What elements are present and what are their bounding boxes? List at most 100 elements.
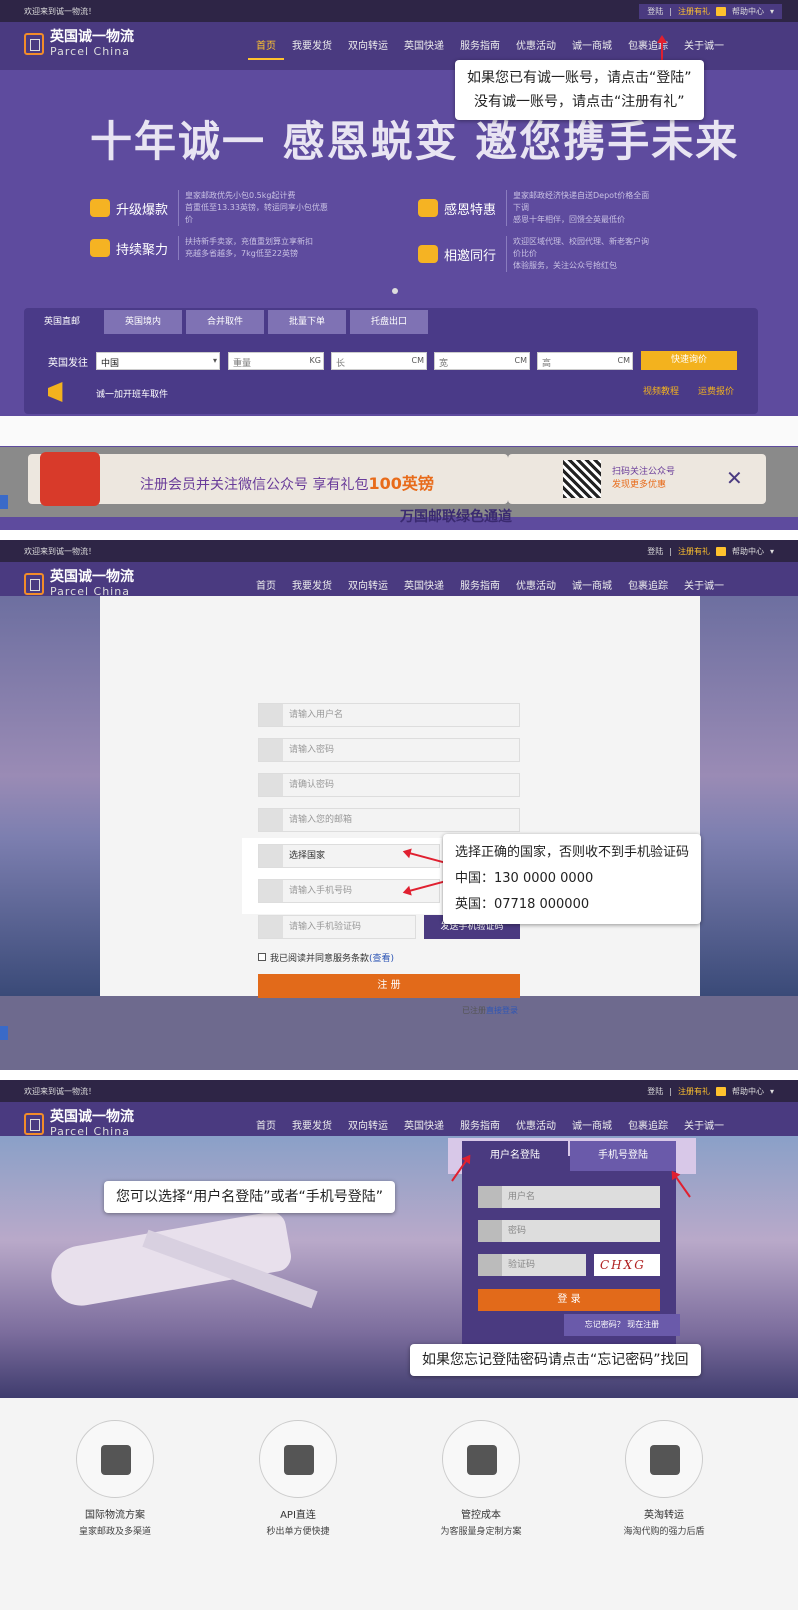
tab-pallet-export[interactable]: 托盘出口 <box>350 310 428 334</box>
nav-guide[interactable]: 服务指南 <box>452 37 508 60</box>
tag-icon <box>418 199 438 217</box>
video-tutorial-link[interactable]: 视频教程 <box>643 384 679 397</box>
help-center-link[interactable]: 帮助中心 <box>732 6 764 17</box>
nav-forwarding[interactable]: 双向转运 <box>340 1117 396 1132</box>
logo[interactable]: 英国诚一物流 Parcel China <box>24 570 134 598</box>
nav-promo[interactable]: 优惠活动 <box>508 37 564 60</box>
feature-thanks: 感恩特惠 皇家邮政经济快递自送Depot价格全面下调 感恩十年相伴，回馈全英最低价 <box>418 190 656 226</box>
quick-quote-button[interactable]: 快速询价 <box>641 351 737 370</box>
tab-batch-order[interactable]: 批量下单 <box>268 310 346 334</box>
login-link[interactable]: 登陆 <box>647 1086 663 1097</box>
nav-guide[interactable]: 服务指南 <box>452 577 508 592</box>
main-nav: 首页 我要发货 双向转运 英国快递 服务指南 优惠活动 诚一商城 包裹追踪 关于… <box>248 577 732 592</box>
close-icon[interactable]: ✕ <box>726 466 743 490</box>
nav-forwarding[interactable]: 双向转运 <box>340 37 396 60</box>
tab-username-login[interactable]: 用户名登陆 <box>462 1141 568 1171</box>
nav-uk-express[interactable]: 英国快递 <box>396 1117 452 1132</box>
logo[interactable]: 英国诚一物流 Parcel China <box>24 1110 134 1138</box>
below-fold-title: 万国邮联绿色通道 <box>400 509 512 525</box>
side-tab[interactable] <box>0 495 8 509</box>
airplane-icon <box>101 1445 131 1475</box>
carousel-dot[interactable] <box>392 288 398 294</box>
logo[interactable]: 英国诚一物流 Parcel China <box>24 30 134 58</box>
forgot-password-link[interactable]: 忘记密码？ 现在注册 <box>564 1314 680 1336</box>
nav-about[interactable]: 关于诚一 <box>676 577 732 592</box>
logo-cn: 英国诚一物流 <box>50 29 134 45</box>
username-input[interactable]: 用户名 <box>478 1186 660 1208</box>
chevron-down-icon: ▾ <box>212 356 217 365</box>
agree-checkbox[interactable]: 我已阅读并同意服务条款(查看) <box>258 951 394 964</box>
nav-mall[interactable]: 诚一商城 <box>564 577 620 592</box>
nav-tracking[interactable]: 包裹追踪 <box>620 37 676 60</box>
service-forwarding[interactable]: 英淘转运 海淘代购的强力后盾 <box>584 1420 744 1537</box>
username-input[interactable]: 请输入用户名 <box>258 703 520 727</box>
confirm-password-input[interactable]: 请确认密码 <box>258 773 520 797</box>
terms-link[interactable]: (查看) <box>369 954 394 964</box>
tab-uk-direct[interactable]: 英国直邮 <box>24 310 100 334</box>
panel-register: 欢迎来到诚一物流！ 登陆 | 注册有礼 帮助中心 ▾ 英国诚一物流 Parcel C… <box>0 540 798 1070</box>
welcome-text: 欢迎来到诚一物流！ <box>24 1086 96 1096</box>
side-tab[interactable] <box>0 1026 8 1040</box>
nav-home[interactable]: 首页 <box>248 577 284 592</box>
nav-about[interactable]: 关于诚一 <box>676 1117 732 1132</box>
feature-support: 持续聚力 扶持新手卖家，充值重划算立享新扣 充越多省越多，7kg低至22英镑 <box>90 236 328 260</box>
length-input[interactable]: 长 CM <box>331 352 427 370</box>
service-logistics[interactable]: 国际物流方案 皇家邮政及多渠道 <box>35 1420 195 1537</box>
map-pin-icon <box>284 1445 314 1475</box>
nav-tracking[interactable]: 包裹追踪 <box>620 1117 676 1132</box>
country-select[interactable]: 中国 ▾ <box>96 352 220 370</box>
sms-code-input[interactable]: 请输入手机验证码 <box>258 915 416 939</box>
register-link[interactable]: 注册有礼 <box>678 1086 710 1097</box>
nav-ship[interactable]: 我要发货 <box>284 37 340 60</box>
nav-uk-express[interactable]: 英国快递 <box>396 577 452 592</box>
logo-en: Parcel China <box>50 45 130 58</box>
login-link[interactable]: 登陆 <box>647 6 663 17</box>
price-link[interactable]: 运费报价 <box>698 384 734 397</box>
email-input[interactable]: 请输入您的邮箱 <box>258 808 520 832</box>
login-link[interactable]: 登陆 <box>647 546 663 557</box>
height-input[interactable]: 高 CM <box>537 352 633 370</box>
shipping-tabs: 英国直邮 英国境内 合并取件 批量下单 托盘出口 <box>24 310 428 334</box>
service-api[interactable]: API直连 秒出单方便快捷 <box>218 1420 378 1537</box>
delivery-truck-icon <box>650 1445 680 1475</box>
nav-forwarding[interactable]: 双向转运 <box>340 577 396 592</box>
nav-mall[interactable]: 诚一商城 <box>564 1117 620 1132</box>
tab-phone-login[interactable]: 手机号登陆 <box>570 1141 676 1171</box>
nav-tracking[interactable]: 包裹追踪 <box>620 577 676 592</box>
country-select[interactable]: 选择国家 <box>258 844 440 868</box>
nav-promo[interactable]: 优惠活动 <box>508 1117 564 1132</box>
callout-forgot: 如果您忘记登陆密码请点击“忘记密码”找回 <box>410 1344 701 1376</box>
nav-uk-express[interactable]: 英国快递 <box>396 37 452 60</box>
register-link[interactable]: 注册有礼 <box>678 6 710 17</box>
gift-icon <box>715 6 726 16</box>
weight-input[interactable]: 重量 KG <box>228 352 324 370</box>
nav-ship[interactable]: 我要发货 <box>284 1117 340 1132</box>
nav-ship[interactable]: 我要发货 <box>284 577 340 592</box>
top-bar: 欢迎来到诚一物流！ 登陆 | 注册有礼 帮助中心 ▾ <box>0 0 798 22</box>
tab-combined-pickup[interactable]: 合并取件 <box>186 310 264 334</box>
nav-mall[interactable]: 诚一商城 <box>564 37 620 60</box>
register-button[interactable]: 注 册 <box>258 974 520 998</box>
service-cost[interactable]: 管控成本 为客服量身定制方案 <box>401 1420 561 1537</box>
tab-uk-domestic[interactable]: 英国境内 <box>104 310 182 334</box>
nav-home[interactable]: 首页 <box>248 37 284 60</box>
login-button[interactable]: 登 录 <box>478 1289 660 1311</box>
help-center-link[interactable]: 帮助中心 <box>732 546 764 557</box>
password-input[interactable]: 密码 <box>478 1220 660 1242</box>
calculator-icon <box>467 1445 497 1475</box>
captcha-input[interactable]: 验证码 <box>478 1254 586 1276</box>
nav-about[interactable]: 关于诚一 <box>676 37 732 60</box>
direct-login-link[interactable]: 直接登录 <box>486 1006 518 1015</box>
width-input[interactable]: 宽 CM <box>434 352 530 370</box>
help-center-link[interactable]: 帮助中心 <box>732 1086 764 1097</box>
nav-guide[interactable]: 服务指南 <box>452 1117 508 1132</box>
main-nav: 首页 我要发货 双向转运 英国快递 服务指南 优惠活动 诚一商城 包裹追踪 关于… <box>248 1117 732 1132</box>
nav-home[interactable]: 首页 <box>248 1117 284 1132</box>
captcha-image[interactable]: CHXG <box>594 1254 660 1276</box>
register-link[interactable]: 注册有礼 <box>678 546 710 557</box>
nav-promo[interactable]: 优惠活动 <box>508 577 564 592</box>
callout-login-tabs: 您可以选择“用户名登陆”或者“手机号登陆” <box>104 1181 396 1213</box>
password-input[interactable]: 请输入密码 <box>258 738 520 762</box>
ship-to-label: 英国发往 <box>48 358 88 369</box>
feature-upgrade: 升级爆款 皇家邮政优先小包0.5kg起计费 首重低至13.33英镑，转运同享小包优… <box>90 190 328 226</box>
